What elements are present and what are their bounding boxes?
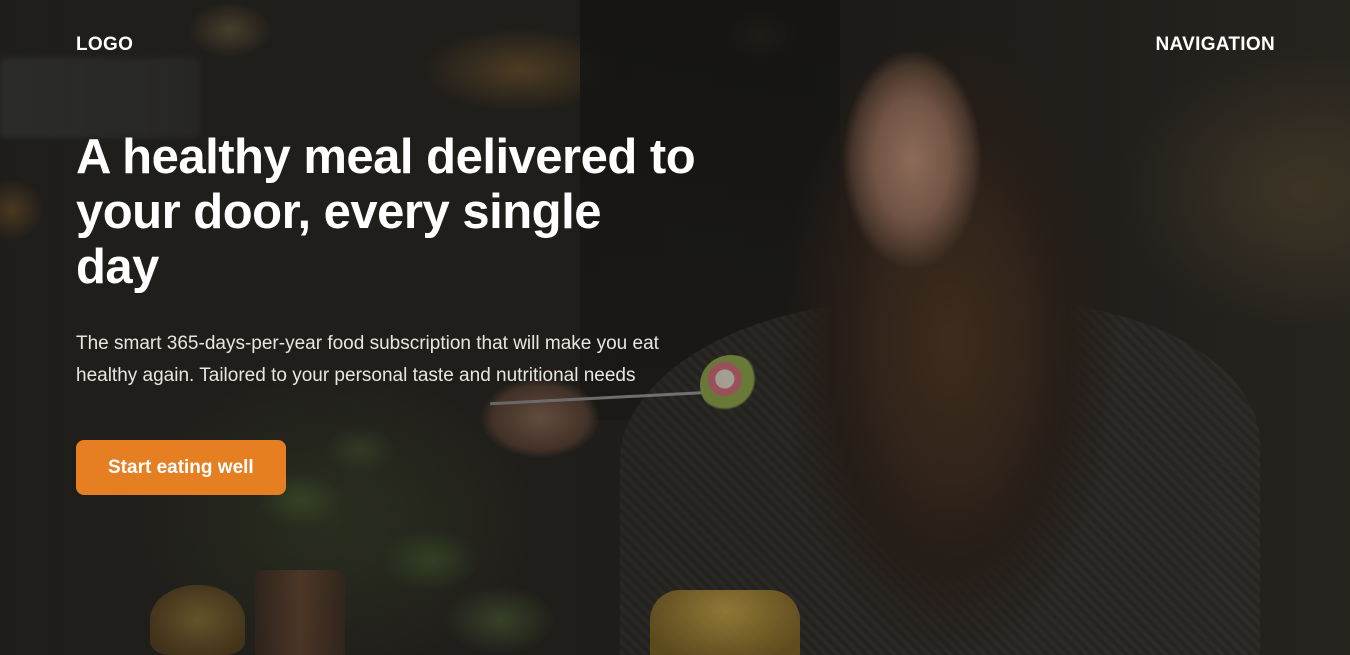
yellow-cup — [650, 590, 800, 655]
hero-section: LOGO NAVIGATION A healthy meal delivered… — [0, 0, 1350, 655]
hero-title: A healthy meal delivered to your door, e… — [76, 130, 696, 294]
person-hair — [780, 20, 1140, 655]
navigation-link[interactable]: NAVIGATION — [1156, 34, 1275, 56]
lemon — [150, 585, 245, 655]
copper-jar — [255, 570, 345, 655]
hero-description: The smart 365-days-per-year food subscri… — [76, 333, 659, 386]
logo[interactable]: LOGO — [76, 34, 133, 56]
food-on-fork — [700, 355, 762, 415]
start-eating-well-button[interactable]: Start eating well — [76, 440, 286, 495]
background-sign — [0, 58, 200, 138]
hero-content: A healthy meal delivered to your door, e… — [76, 130, 696, 495]
top-bar: LOGO NAVIGATION — [76, 34, 1275, 56]
person-face — [832, 50, 982, 280]
person-sweater — [620, 300, 1260, 655]
